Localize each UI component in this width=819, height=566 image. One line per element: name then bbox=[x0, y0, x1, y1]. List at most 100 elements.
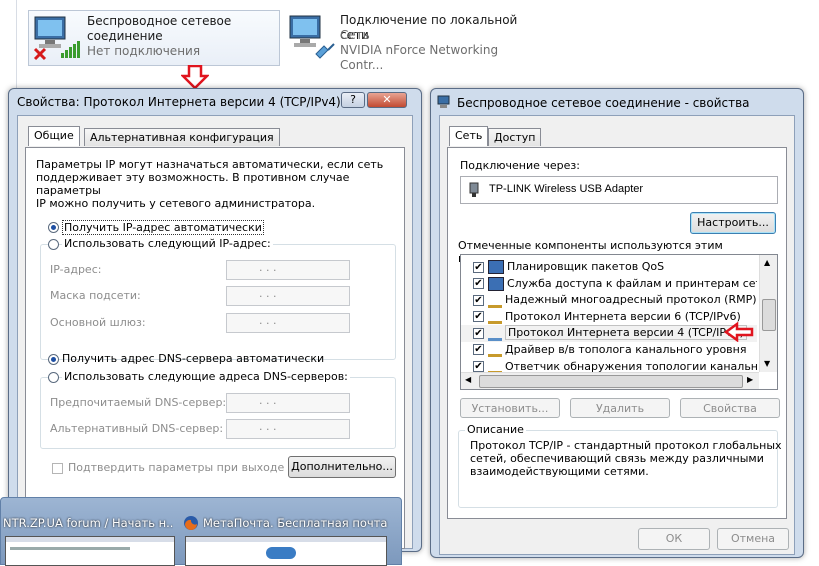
description-line: Протокол TCP/IP - стандартный протокол г… bbox=[470, 439, 782, 452]
configure-button[interactable]: Настроить... bbox=[690, 212, 776, 234]
component-checkbox[interactable]: ✔ bbox=[473, 327, 484, 339]
ip-auto-label[interactable]: Получить IP-адрес автоматически bbox=[62, 220, 264, 235]
thumbnail-preview bbox=[185, 536, 387, 566]
wireless-connection-item[interactable]: Беспроводное сетевое соединение Нет подк… bbox=[28, 10, 280, 66]
adapter-icon bbox=[469, 182, 479, 197]
component-checkbox[interactable]: ✔ bbox=[473, 361, 484, 373]
preview-logo bbox=[266, 547, 296, 559]
thumbnail-metapochta[interactable]: МетаПочта. Бесплатная почта ... bbox=[181, 498, 391, 566]
dns-preferred-label: Предпочитаемый DNS-сервер: bbox=[50, 396, 227, 409]
list-item[interactable]: ✔ Драйвер в/в тополога канального уровня bbox=[461, 342, 757, 359]
component-label: Служба доступа к файлам и принтерам сете… bbox=[507, 276, 757, 290]
lan-connection-item[interactable]: Подключение по локальной сети Сеть NVIDI… bbox=[284, 10, 544, 72]
component-checkbox[interactable]: ✔ bbox=[473, 344, 484, 356]
preview-toolbar bbox=[186, 537, 386, 542]
description-line: взаимодействующими сетями. bbox=[470, 465, 649, 478]
ip-address-label: IP-адрес: bbox=[50, 263, 102, 276]
gateway-field[interactable]: . . . bbox=[226, 313, 350, 333]
protocol-icon bbox=[488, 309, 502, 325]
red-arrow-down-icon bbox=[181, 65, 209, 89]
dns-auto-radio[interactable] bbox=[48, 354, 59, 365]
component-label: Ответчик обнаружения топологии канальног… bbox=[505, 359, 757, 373]
tab-general[interactable]: Общие bbox=[28, 126, 80, 146]
remove-button[interactable]: Удалить bbox=[570, 398, 670, 418]
subnet-field[interactable]: . . . bbox=[226, 286, 350, 306]
install-button[interactable]: Установить... bbox=[460, 398, 560, 418]
description-line: сетей, обеспечивающий связь между различ… bbox=[470, 452, 764, 465]
help-button[interactable]: ? bbox=[341, 92, 365, 108]
component-label: Драйвер в/в тополога канального уровня bbox=[505, 342, 747, 356]
ip-manual-radio[interactable] bbox=[48, 239, 59, 250]
close-button[interactable]: ✕ bbox=[367, 92, 407, 108]
scroll-up-icon[interactable]: ▲ bbox=[764, 258, 770, 267]
subnet-label: Маска подсети: bbox=[50, 289, 141, 302]
ip-auto-radio[interactable] bbox=[48, 222, 59, 233]
components-rows: ✔ Планировщик пакетов QoS ✔ Служба доступа… bbox=[461, 259, 757, 375]
component-checkbox[interactable]: ✔ bbox=[473, 311, 484, 323]
lan-adapter: NVIDIA nForce Networking Contr... bbox=[340, 43, 499, 72]
component-checkbox[interactable]: ✔ bbox=[473, 278, 484, 290]
dns-manual-radio[interactable] bbox=[48, 372, 59, 383]
lan-status: Сеть bbox=[340, 28, 370, 42]
network-computer-icon bbox=[33, 16, 80, 61]
cancel-button[interactable]: Отмена bbox=[717, 528, 789, 550]
lan-title: Подключение по локальной сети bbox=[340, 13, 518, 42]
scroll-thumb[interactable] bbox=[762, 299, 776, 331]
list-item[interactable]: ✔ Служба доступа к файлам и принтерам сет… bbox=[461, 276, 757, 293]
list-item[interactable]: ✔ Планировщик пакетов QoS bbox=[461, 259, 757, 276]
description-title: Описание bbox=[465, 423, 526, 436]
dns-preferred-field[interactable]: . . . bbox=[226, 393, 350, 413]
thumbnail-title: NTR.ZP.UA forum / Начать н... bbox=[3, 516, 173, 530]
advanced-button[interactable]: Дополнительно... bbox=[288, 456, 396, 478]
list-item[interactable]: ✔ Надежный многоадресный протокол (RMP) bbox=[461, 292, 757, 309]
thumbnail-forum[interactable]: NTR.ZP.UA forum / Начать н... bbox=[1, 498, 177, 566]
horizontal-scrollbar[interactable]: ◀ ▶ bbox=[461, 372, 759, 389]
tab-sharing[interactable]: Доступ bbox=[488, 128, 542, 146]
lan-computer-icon bbox=[289, 15, 335, 59]
scroll-right-icon[interactable]: ▶ bbox=[747, 375, 753, 384]
network-service-icon bbox=[488, 276, 504, 291]
network-service-icon bbox=[488, 260, 504, 274]
list-item[interactable]: ✔ Протокол Интернета версии 6 (TCP/IPv6) bbox=[461, 309, 757, 326]
ip-address-field[interactable]: . . . bbox=[226, 260, 350, 280]
vertical-scrollbar[interactable]: ▲ ▼ bbox=[759, 255, 777, 372]
signal-bars-icon bbox=[61, 41, 80, 58]
dns-manual-label[interactable]: Использовать следующие адреса DNS-сервер… bbox=[62, 370, 350, 383]
adapter-box: TP-LINK Wireless USB Adapter bbox=[460, 176, 778, 204]
disconnected-x-icon bbox=[33, 47, 47, 61]
component-label: Протокол Интернета версии 4 (TCP/IPv4) bbox=[505, 325, 747, 341]
component-checkbox[interactable]: ✔ bbox=[473, 294, 484, 306]
validate-label: Подтвердить параметры при выходе bbox=[68, 461, 285, 474]
component-label: Надежный многоадресный протокол (RMP) bbox=[505, 293, 757, 307]
ipv4-properties-dialog: Свойства: Протокол Интернета версии 4 (T… bbox=[8, 88, 422, 552]
dns-alternate-label: Альтернативный DNS-сервер: bbox=[50, 422, 224, 435]
scroll-down-icon[interactable]: ▼ bbox=[764, 359, 770, 368]
intro-line: Параметры IP могут назначаться автоматич… bbox=[36, 158, 384, 171]
divider bbox=[16, 0, 17, 95]
dialog-title: Свойства: Протокол Интернета версии 4 (T… bbox=[17, 95, 341, 109]
validate-checkbox[interactable] bbox=[52, 463, 63, 474]
red-arrow-left-icon bbox=[724, 322, 754, 342]
protocol-icon bbox=[488, 326, 502, 341]
ok-button[interactable]: ОК bbox=[638, 528, 710, 550]
gateway-label: Основной шлюз: bbox=[50, 316, 146, 329]
component-label: Планировщик пакетов QoS bbox=[507, 260, 665, 273]
connect-via-label: Подключение через: bbox=[460, 159, 580, 172]
list-item-selected[interactable]: ✔ Протокол Интернета версии 4 (TCP/IPv4) bbox=[461, 325, 757, 342]
dns-auto-label[interactable]: Получить адрес DNS-сервера автоматически bbox=[62, 352, 324, 365]
scroll-thumb-h[interactable] bbox=[479, 375, 743, 388]
ip-manual-label[interactable]: Использовать следующий IP-адрес: bbox=[62, 237, 273, 250]
properties-button[interactable]: Свойства bbox=[680, 398, 780, 418]
dialog-client: Общие Альтернативная конфигурация Параме… bbox=[17, 115, 413, 549]
scroll-left-icon[interactable]: ◀ bbox=[465, 375, 471, 384]
adapter-name: TP-LINK Wireless USB Adapter bbox=[489, 183, 644, 195]
component-checkbox[interactable]: ✔ bbox=[473, 261, 484, 273]
thumbnail-title: МетаПочта. Бесплатная почта ... bbox=[203, 516, 389, 530]
tab-alternate[interactable]: Альтернативная конфигурация bbox=[84, 128, 280, 146]
dns-alternate-field[interactable]: . . . bbox=[226, 419, 350, 439]
firefox-icon bbox=[184, 516, 198, 530]
protocol-icon bbox=[488, 293, 502, 308]
wireless-status: Нет подключения bbox=[87, 44, 201, 58]
intro-line: IP можно получить у сетевого администрат… bbox=[36, 197, 316, 210]
tab-network[interactable]: Сеть bbox=[449, 126, 489, 146]
